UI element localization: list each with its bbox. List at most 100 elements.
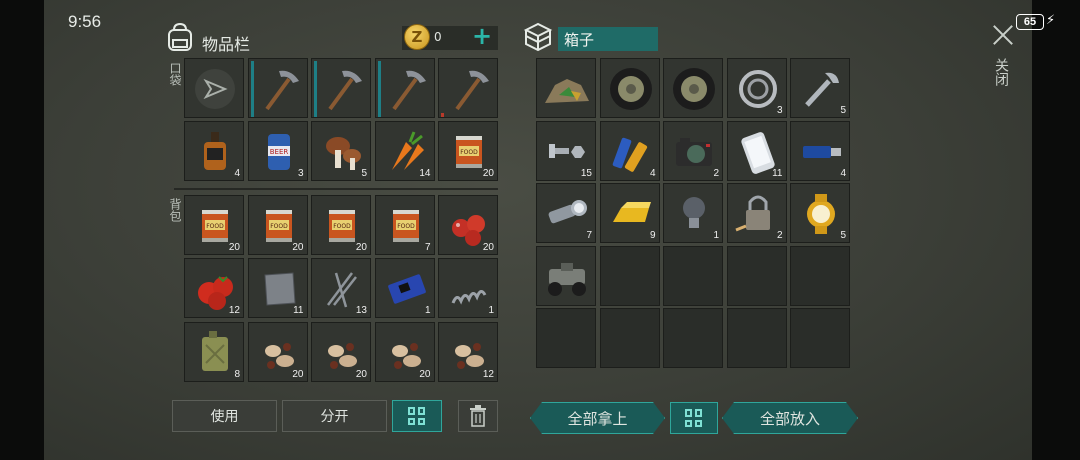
box-empty-slot[interactable] (790, 246, 850, 306)
circuit-board-icon (387, 274, 426, 304)
item-quantity: 20 (355, 369, 367, 380)
item-quantity: 4 (234, 168, 240, 179)
inventory-slot[interactable]: 20 (438, 195, 498, 255)
inventory-slot[interactable]: FOOD 20 (438, 121, 498, 181)
durability-bar (314, 61, 317, 117)
box-empty-slot[interactable] (599, 246, 660, 306)
sort-grid-icon (408, 407, 426, 425)
box-slot[interactable]: 2 (726, 183, 787, 243)
inventory-slot[interactable]: 14 (374, 121, 435, 181)
box-slot[interactable]: 5 (790, 58, 850, 118)
jerry-can-icon (202, 331, 228, 371)
inventory-slot[interactable]: 1 (374, 258, 435, 318)
ore-pile-icon (545, 79, 589, 103)
pocket-label: 口袋 (168, 62, 182, 86)
box-empty-slot[interactable] (536, 308, 596, 368)
svg-text:FOOD: FOOD (270, 223, 288, 230)
inventory-slot[interactable]: 20 (247, 322, 308, 382)
discard-button[interactable] (458, 400, 498, 432)
inventory-slot[interactable]: FOOD 7 (374, 195, 435, 255)
beer-can-icon: BEER (267, 134, 290, 170)
box-slot[interactable]: 5 (790, 183, 850, 243)
item-quantity: 20 (482, 242, 494, 253)
svg-text:FOOD: FOOD (206, 223, 224, 230)
inventory-slot[interactable]: 20 (311, 322, 371, 382)
backpack-icon (168, 22, 192, 51)
inventory-slot[interactable]: 12 (438, 322, 498, 382)
inventory-slot[interactable]: FOOD 20 (247, 195, 308, 255)
box-empty-slot[interactable] (599, 308, 660, 368)
inventory-slot[interactable]: 1 (438, 258, 498, 318)
box-slot[interactable]: 11 (726, 121, 787, 181)
gun-equip-slot-icon (195, 69, 235, 109)
item-quantity: 8 (234, 369, 240, 380)
inventory-slot[interactable]: 5 (311, 121, 371, 181)
inventory-slot[interactable]: 13 (311, 258, 371, 318)
mushroom-icon (326, 137, 361, 170)
item-quantity: 20 (292, 369, 304, 380)
sort-inventory-button[interactable] (392, 400, 442, 432)
inventory-slot[interactable] (374, 58, 435, 118)
item-quantity: 9 (649, 230, 656, 241)
split-button[interactable]: 分开 (282, 400, 387, 432)
box-slot[interactable] (536, 58, 596, 118)
box-empty-slot[interactable] (663, 246, 723, 306)
box-title: 箱子 (558, 27, 658, 51)
coin-icon: Z (404, 24, 430, 50)
box-slot[interactable]: 1 (663, 183, 723, 243)
inventory-slot[interactable]: FOOD 20 (184, 195, 244, 255)
item-quantity: 5 (840, 105, 846, 116)
inventory-slot[interactable] (184, 58, 244, 118)
box-slot[interactable]: 2 (663, 121, 723, 181)
flashlight-icon (548, 200, 587, 224)
item-quantity: 2 (713, 168, 719, 179)
box-slot[interactable]: 4 (790, 121, 850, 181)
box-slot[interactable] (663, 58, 723, 118)
gold-watch-icon (807, 194, 835, 234)
sort-grid-icon (685, 409, 703, 427)
take-all-button[interactable]: 全部拿上 (530, 402, 665, 434)
battery-icon (612, 137, 647, 172)
item-quantity: 2 (776, 230, 783, 241)
put-all-button[interactable]: 全部放入 (722, 402, 858, 434)
box-slot[interactable] (599, 58, 660, 118)
close-icon[interactable] (990, 22, 1016, 48)
use-button[interactable]: 使用 (172, 400, 277, 432)
item-quantity: 4 (840, 168, 846, 179)
inventory-slot[interactable]: 4 (184, 121, 244, 181)
pickaxe-icon (328, 70, 362, 111)
sort-box-button[interactable] (670, 402, 718, 434)
inventory-slot[interactable]: 12 (184, 258, 244, 318)
inventory-slot[interactable] (311, 58, 371, 118)
box-empty-slot[interactable] (726, 308, 787, 368)
inventory-slot[interactable] (438, 58, 498, 118)
item-quantity: 20 (419, 369, 431, 380)
bearing-icon (738, 70, 777, 108)
box-slot[interactable]: 9 (599, 183, 660, 243)
box-slot[interactable] (536, 246, 596, 306)
close-label[interactable]: 关闭 (993, 58, 1010, 86)
usb-drive-icon (803, 146, 841, 158)
wrench-icon (805, 72, 839, 107)
item-quantity: 20 (228, 242, 240, 253)
box-empty-slot[interactable] (663, 308, 723, 368)
durability-bar (377, 61, 381, 117)
box-slot[interactable]: 3 (726, 58, 787, 118)
add-coins-button[interactable]: + (472, 22, 492, 50)
inventory-slot[interactable]: 8 (184, 322, 244, 382)
box-slot[interactable]: 15 (536, 121, 596, 181)
item-quantity: 7 (586, 230, 592, 241)
svg-text:FOOD: FOOD (397, 223, 415, 230)
inventory-slot[interactable]: FOOD 20 (311, 195, 371, 255)
inventory-slot[interactable]: 11 (247, 258, 308, 318)
inventory-slot[interactable]: 20 (374, 322, 435, 382)
item-quantity: 4 (649, 168, 656, 179)
item-quantity: 11 (772, 168, 783, 179)
box-empty-slot[interactable] (726, 246, 787, 306)
inventory-slot[interactable] (247, 58, 308, 118)
inventory-slot[interactable]: BEER 3 (247, 121, 308, 181)
box-empty-slot[interactable] (790, 308, 850, 368)
item-quantity: 1 (424, 305, 431, 316)
box-slot[interactable]: 4 (599, 121, 660, 181)
box-slot[interactable]: 7 (536, 183, 596, 243)
